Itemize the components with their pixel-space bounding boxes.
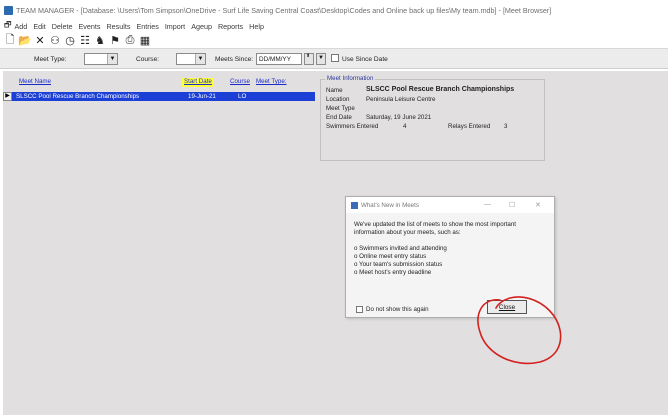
clock-icon[interactable]: ◷ xyxy=(63,33,77,47)
row-pointer-icon: ▶ xyxy=(3,92,12,101)
title-bar: TEAM MANAGER - [Database: \Users\Tom Sim… xyxy=(0,0,668,20)
end-date-label: End Date xyxy=(326,114,352,121)
dialog-bullet: o Your team's submission status xyxy=(354,261,443,268)
dialog-intro-line2: information about your meets, such as: xyxy=(354,229,461,236)
dialog-title-bar: What's New in Meets — ☐ ✕ xyxy=(346,197,554,213)
menu-edit[interactable]: Edit xyxy=(33,22,45,31)
meet-info-title: Meet Information xyxy=(325,75,376,82)
dialog-bullet: o Meet host's entry deadline xyxy=(354,269,432,276)
chevron-down-icon[interactable]: ▼ xyxy=(107,54,117,64)
medal-icon[interactable]: ⚑ xyxy=(108,33,122,47)
delete-x-icon[interactable]: ✕ xyxy=(33,33,47,47)
minimize-icon[interactable]: — xyxy=(484,201,491,208)
menu-reports[interactable]: Reports xyxy=(218,22,243,31)
row-start-date: 19-Jun-21 xyxy=(188,93,216,100)
toolbar: 🗋 📂 ✕ ⚇ ◷ ☷ ♞ ⚑ ⎙ ▦ xyxy=(0,32,668,49)
swimmers-entered-label: Swimmers Entered xyxy=(326,123,379,130)
printer-icon[interactable]: ⎙ xyxy=(123,33,137,47)
date-spinner[interactable]: ⬍ xyxy=(304,53,314,65)
name-label: Name xyxy=(326,87,343,94)
dialog-bullet: o Online meet entry status xyxy=(354,253,427,260)
dialog-intro-line1: We've updated the list of meets to show … xyxy=(354,221,517,228)
course-label: Course: xyxy=(136,56,160,63)
annotation-circle xyxy=(477,296,562,365)
dialog-bullet: o Swimmers invited and attending xyxy=(354,245,447,252)
dont-show-label: Do not show this again xyxy=(366,306,429,313)
swimmer-icon[interactable]: ♞ xyxy=(93,33,107,47)
chevron-down-icon: ▼ xyxy=(318,55,324,61)
calendar-icon[interactable]: ▦ xyxy=(138,33,152,47)
meets-since-label: Meets Since: xyxy=(215,56,254,63)
app-icon xyxy=(4,5,13,15)
column-header-course[interactable]: Course xyxy=(230,78,250,87)
course-select[interactable]: ▼ xyxy=(176,53,206,65)
name-value: SLSCC Pool Rescue Branch Championships xyxy=(366,86,515,93)
swimmers-entered-value: 4 xyxy=(403,123,407,130)
dont-show-checkbox[interactable] xyxy=(356,306,363,313)
row-meet-name: SLSCC Pool Rescue Branch Championships xyxy=(16,93,140,100)
maximize-icon[interactable]: ☐ xyxy=(509,201,515,209)
column-header-meet-type[interactable]: Meet Type: xyxy=(256,78,287,87)
table-row[interactable]: ▶ SLSCC Pool Rescue Branch Championships… xyxy=(3,92,315,101)
menu-bar: 🗗 Add Edit Delete Events Results Entries… xyxy=(0,20,668,32)
location-value: Peninsula Leisure Centre xyxy=(366,96,436,103)
spinner-icon: ⬍ xyxy=(306,53,311,59)
meet-type-label: Meet Type: xyxy=(34,56,67,63)
column-header-start-date[interactable]: Start Date xyxy=(182,78,214,87)
meet-type-select[interactable]: ▼ xyxy=(84,53,118,65)
relays-entered-value: 3 xyxy=(504,123,508,130)
calendar-dropdown[interactable]: ▼ xyxy=(316,53,326,65)
open-folder-icon[interactable]: 📂 xyxy=(18,33,32,47)
filter-bar: Meet Type: ▼ Course: ▼ Meets Since: DD/M… xyxy=(0,49,668,69)
meet-grid: Meet Name Start Date Course Meet Type: ▶… xyxy=(3,71,315,415)
meet-info-group: Meet Information Name SLSCC Pool Rescue … xyxy=(320,75,545,161)
dialog-app-icon xyxy=(351,202,358,209)
location-label: Location xyxy=(326,96,350,103)
menu-add[interactable]: Add xyxy=(15,22,28,31)
row-course: LO xyxy=(238,93,247,100)
list-icon[interactable]: ☷ xyxy=(78,33,92,47)
meet-type-info-label: Meet Type xyxy=(326,105,355,112)
meets-since-value: DD/MM/YY xyxy=(259,56,291,63)
menu-entries[interactable]: Entries xyxy=(136,22,158,31)
end-date-value: Saturday, 19 June 2021 xyxy=(366,114,432,121)
menu-import[interactable]: Import xyxy=(165,22,185,31)
use-since-date-checkbox[interactable] xyxy=(331,54,339,62)
close-icon[interactable]: ✕ xyxy=(535,201,541,209)
window-title: TEAM MANAGER - [Database: \Users\Tom Sim… xyxy=(16,5,552,15)
people-icon[interactable]: ⚇ xyxy=(48,33,62,47)
menu-delete[interactable]: Delete xyxy=(52,22,73,31)
menu-events[interactable]: Events xyxy=(78,22,100,31)
meets-since-input[interactable]: DD/MM/YY xyxy=(256,53,302,65)
use-since-date-label: Use Since Date xyxy=(342,56,388,63)
menu-help[interactable]: Help xyxy=(249,22,264,31)
column-header-meet-name[interactable]: Meet Name xyxy=(19,78,51,87)
relays-entered-label: Relays Entered xyxy=(448,123,491,130)
chevron-down-icon[interactable]: ▼ xyxy=(195,54,205,64)
menu-ageup[interactable]: Ageup xyxy=(191,22,212,31)
menu-results[interactable]: Results xyxy=(106,22,130,31)
new-document-icon[interactable]: 🗋 xyxy=(3,33,17,47)
dialog-title: What's New in Meets xyxy=(361,202,419,209)
